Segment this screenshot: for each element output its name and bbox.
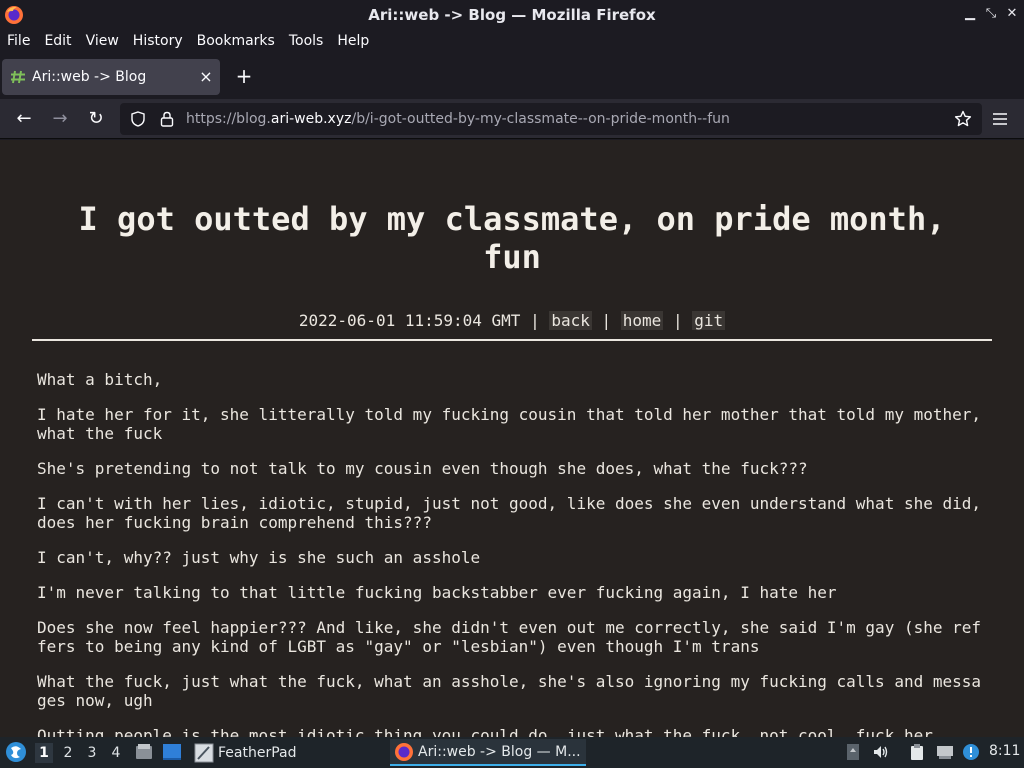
firefox-task-icon xyxy=(395,742,413,761)
url-text[interactable]: https://blog.ari-web.xyz/b/i-got-outted-… xyxy=(186,111,730,127)
menu-view[interactable]: View xyxy=(86,33,119,49)
close-window-icon[interactable]: ✕ xyxy=(1004,6,1020,22)
menu-file[interactable]: File xyxy=(7,33,30,49)
new-tab-button[interactable]: + xyxy=(232,65,256,89)
paragraph: I can't, why?? just why is she such an a… xyxy=(37,548,481,567)
menu-bar: File Edit View History Bookmarks Tools H… xyxy=(0,29,1024,53)
shield-icon[interactable] xyxy=(130,111,146,127)
tray-arrow-icon[interactable] xyxy=(844,743,862,761)
task-featherpad[interactable]: FeatherPad xyxy=(194,739,374,766)
window-titlebar: Ari::web -> Blog — Mozilla Firefox ▁ ⤡ ✕ xyxy=(0,0,1024,29)
window-title: Ari::web -> Blog — Mozilla Firefox xyxy=(368,5,656,24)
firefox-icon xyxy=(5,6,23,24)
notification-icon[interactable] xyxy=(962,743,980,761)
workspace-2[interactable]: 2 xyxy=(59,743,77,763)
divider xyxy=(32,339,992,341)
tab-label: Ari::web -> Blog xyxy=(32,69,147,85)
workspace-1[interactable]: 1 xyxy=(35,743,53,763)
workspace-3[interactable]: 3 xyxy=(83,743,101,763)
paragraph: What a bitch, xyxy=(37,370,163,389)
post-body: What a bitch, I hate her for it, she lit… xyxy=(37,370,987,737)
back-arrow-icon[interactable]: ← xyxy=(12,107,36,131)
url-bar[interactable]: https://blog.ari-web.xyz/b/i-got-outted-… xyxy=(120,103,982,135)
task-label: FeatherPad xyxy=(218,744,297,761)
file-manager-icon[interactable] xyxy=(134,742,154,762)
git-link[interactable]: git xyxy=(692,311,726,330)
page-content: I got outted by my classmate, on pride m… xyxy=(0,140,1024,737)
paragraph: I hate her for it, she litterally told m… xyxy=(37,405,982,443)
paragraph: Does she now feel happier??? And like, s… xyxy=(37,618,982,656)
hamburger-menu-icon[interactable] xyxy=(990,109,1010,129)
menu-edit[interactable]: Edit xyxy=(44,33,71,49)
featherpad-icon xyxy=(194,743,214,762)
volume-icon[interactable] xyxy=(872,743,890,761)
paragraph: What the fuck, just what the fuck, what … xyxy=(37,672,982,710)
clipboard-icon[interactable] xyxy=(908,743,926,761)
paragraph: I'm never talking to that little fucking… xyxy=(37,583,837,602)
post-date: 2022-06-01 11:59:04 GMT xyxy=(298,311,521,330)
network-icon[interactable] xyxy=(936,743,954,761)
post-title: I got outted by my classmate, on pride m… xyxy=(78,200,946,276)
minimize-icon[interactable]: ▁ xyxy=(962,6,978,22)
lock-icon[interactable] xyxy=(160,111,174,127)
tab-blog[interactable]: Ari::web -> Blog × xyxy=(2,59,220,95)
menu-bookmarks[interactable]: Bookmarks xyxy=(197,33,275,49)
clock: 8:11 xyxy=(989,743,1021,759)
bookmark-star-icon[interactable] xyxy=(954,110,972,128)
forward-arrow-icon[interactable]: → xyxy=(48,107,72,131)
tab-strip: Ari::web -> Blog × + xyxy=(0,53,1024,99)
reload-icon[interactable]: ↻ xyxy=(84,107,108,131)
start-menu-icon[interactable] xyxy=(5,741,27,763)
hash-favicon-icon xyxy=(11,70,25,84)
task-label: Ari::web -> Blog — M... xyxy=(418,743,581,760)
desktop-icon[interactable] xyxy=(162,742,182,762)
paragraph: She's pretending to not talk to my cousi… xyxy=(37,459,808,478)
menu-history[interactable]: History xyxy=(133,33,183,49)
post-meta: 2022-06-01 11:59:04 GMT | back | home | … xyxy=(298,311,726,330)
navigation-bar: ← → ↻ https://blog.ari-web.xyz/b/i-got-o… xyxy=(0,99,1024,139)
back-link[interactable]: back xyxy=(549,311,592,330)
task-firefox[interactable]: Ari::web -> Blog — M... xyxy=(390,739,586,766)
paragraph: I can't with her lies, idiotic, stupid, … xyxy=(37,494,982,532)
paragraph: Outting people is the most idiotic thing… xyxy=(37,726,933,737)
workspace-4[interactable]: 4 xyxy=(107,743,125,763)
taskbar: 1 2 3 4 FeatherPad Ari::web -> Blog — M.… xyxy=(0,737,1024,768)
tab-close-icon[interactable]: × xyxy=(196,67,216,87)
restore-icon[interactable]: ⤡ xyxy=(983,6,999,22)
home-link[interactable]: home xyxy=(620,311,664,330)
menu-tools[interactable]: Tools xyxy=(289,33,324,49)
menu-help[interactable]: Help xyxy=(337,33,369,49)
